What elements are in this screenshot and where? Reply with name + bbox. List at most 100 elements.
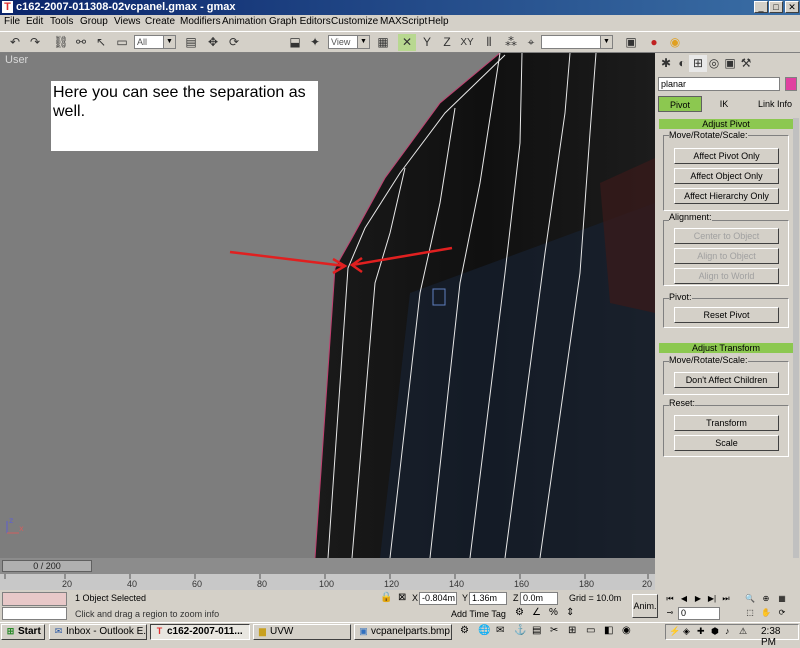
tray-icon[interactable]: ♪ xyxy=(725,626,730,636)
align-to-world-button[interactable]: Align to World xyxy=(674,268,779,284)
undo-icon[interactable]: ↶ xyxy=(6,34,24,51)
material-editor-icon[interactable]: ◉ xyxy=(666,34,684,51)
menu-create[interactable]: Create xyxy=(145,16,175,27)
menu-maxscript[interactable]: MAXScript xyxy=(380,16,427,27)
z-coordinate-field[interactable]: 0.0m xyxy=(520,592,558,605)
close-button[interactable]: ✕ xyxy=(785,1,799,13)
clock[interactable]: 2:38 PM xyxy=(761,626,798,648)
reset-pivot-button[interactable]: Reset Pivot xyxy=(674,307,779,323)
track-bar[interactable]: 20 40 60 80 100 120 140 160 180 20 xyxy=(0,574,655,590)
restrict-z-icon[interactable]: Z xyxy=(438,34,456,51)
menu-file[interactable]: File xyxy=(4,16,20,27)
quicklaunch-icon[interactable]: ⚓ xyxy=(514,625,526,636)
current-frame-field[interactable]: 0 xyxy=(678,607,720,620)
menu-tools[interactable]: Tools xyxy=(50,16,73,27)
quicklaunch-icon[interactable]: ⚙ xyxy=(460,625,469,636)
maxscript-listener-mini[interactable] xyxy=(2,592,67,606)
quicklaunch-icon[interactable]: ✉ xyxy=(496,625,504,636)
select-and-manipulate-icon[interactable]: ✦ xyxy=(306,34,324,51)
goto-end-icon[interactable]: ⏭ xyxy=(720,593,732,605)
pivot-center-icon[interactable]: ▦ xyxy=(374,34,392,51)
taskbar-item-gmax[interactable]: T c162-2007-011... xyxy=(150,624,250,640)
adjust-pivot-rollout-header[interactable]: Adjust Pivot xyxy=(659,119,793,129)
quicklaunch-icon[interactable]: ▤ xyxy=(532,625,541,636)
spinner-snap-icon[interactable]: ⇕ xyxy=(566,607,574,618)
unlink-icon[interactable]: ⚯ xyxy=(72,34,90,51)
tab-pivot[interactable]: Pivot xyxy=(658,96,702,112)
start-button[interactable]: ⊞ Start xyxy=(1,624,45,640)
x-coordinate-field[interactable]: -0.804m xyxy=(419,592,457,605)
transform-button[interactable]: Transform xyxy=(674,415,779,431)
tray-icon[interactable]: ⚡ xyxy=(669,626,680,637)
percent-snap-icon[interactable]: % xyxy=(549,607,558,618)
mirror-icon[interactable]: ⫴ xyxy=(480,34,498,51)
zoom-all-icon[interactable]: ⊕ xyxy=(760,593,772,605)
render-icon[interactable]: ● xyxy=(645,34,663,51)
menu-customize[interactable]: Customize xyxy=(331,16,378,27)
next-frame-icon[interactable]: ▶| xyxy=(706,593,718,605)
affect-pivot-only-button[interactable]: Affect Pivot Only xyxy=(674,148,779,164)
tray-icon[interactable]: ⚠ xyxy=(739,626,747,637)
previous-frame-icon[interactable]: ◀ xyxy=(678,593,690,605)
quicklaunch-icon[interactable]: ◧ xyxy=(604,625,613,636)
menu-group[interactable]: Group xyxy=(80,16,108,27)
center-to-object-button[interactable]: Center to Object xyxy=(674,228,779,244)
named-selection-dropdown[interactable]: ▼ xyxy=(541,35,613,49)
select-and-link-icon[interactable]: ⛓ xyxy=(52,34,70,51)
quicklaunch-icon[interactable]: ⊞ xyxy=(568,625,576,636)
quicklaunch-icon[interactable]: 🌐 xyxy=(478,625,490,636)
affect-object-only-button[interactable]: Affect Object Only xyxy=(674,168,779,184)
region-select-icon[interactable]: ▭ xyxy=(113,34,131,51)
tab-link-info[interactable]: Link Info xyxy=(752,96,798,112)
minimize-button[interactable]: _ xyxy=(754,1,768,13)
maxscript-input-mini[interactable] xyxy=(2,607,67,620)
taskbar-item-uvw[interactable]: ▆ UVW xyxy=(253,624,351,640)
gmax-app-icon[interactable]: T xyxy=(2,1,13,13)
menu-animation[interactable]: Animation xyxy=(222,16,266,27)
taskbar-item-outlook[interactable]: ✉ Inbox - Outlook E... xyxy=(49,624,147,640)
time-slider-thumb[interactable]: 0 / 200 xyxy=(2,560,92,572)
menu-edit[interactable]: Edit xyxy=(26,16,43,27)
key-mode-icon[interactable]: ⊸ xyxy=(664,607,676,619)
menu-graph-editors[interactable]: Graph Editors xyxy=(269,16,331,27)
region-zoom-icon[interactable]: ⬚ xyxy=(744,607,756,619)
tray-icon[interactable]: ◈ xyxy=(683,626,690,637)
reference-coord-dropdown[interactable]: View ▼ xyxy=(328,35,370,49)
rotate-icon[interactable]: ⟳ xyxy=(225,34,243,51)
tab-ik[interactable]: IK xyxy=(702,96,746,112)
array-icon[interactable]: ⁂ xyxy=(502,34,520,51)
animate-toggle-button[interactable]: Anim. xyxy=(632,594,658,618)
zoom-icon[interactable]: 🔍 xyxy=(744,593,756,605)
menu-help[interactable]: Help xyxy=(428,16,449,27)
schematic-view-icon[interactable]: ▣ xyxy=(622,34,640,51)
arc-rotate-icon[interactable]: ⟳ xyxy=(776,607,788,619)
time-slider[interactable]: 0 / 200 xyxy=(0,558,655,574)
y-coordinate-field[interactable]: 1.36m xyxy=(469,592,507,605)
add-time-tag-button[interactable]: Add Time Tag xyxy=(451,609,506,619)
menu-modifiers[interactable]: Modifiers xyxy=(180,16,221,27)
goto-start-icon[interactable]: ⏮ xyxy=(664,593,676,605)
quicklaunch-icon[interactable]: ✂ xyxy=(550,625,558,636)
menu-views[interactable]: Views xyxy=(114,16,141,27)
quicklaunch-icon[interactable]: ▭ xyxy=(586,625,595,636)
panel-scrollbar[interactable] xyxy=(793,118,799,558)
snap-toggle-icon[interactable]: ⚙ xyxy=(515,607,524,618)
tray-icon[interactable]: ⬢ xyxy=(711,626,719,637)
restrict-y-icon[interactable]: Y xyxy=(418,34,436,51)
restrict-x-icon[interactable]: ✕ xyxy=(398,34,416,51)
maximize-button[interactable]: □ xyxy=(769,1,783,13)
utilities-tab-icon[interactable]: ⚒ xyxy=(737,55,755,72)
restrict-xy-icon[interactable]: XY xyxy=(458,34,476,51)
play-icon[interactable]: ▶ xyxy=(692,593,704,605)
scale-icon[interactable]: ⬓ xyxy=(286,34,304,51)
object-color-swatch[interactable] xyxy=(785,77,797,91)
dont-affect-children-button[interactable]: Don't Affect Children xyxy=(674,372,779,388)
align-to-object-button[interactable]: Align to Object xyxy=(674,248,779,264)
zoom-extents-icon[interactable]: ▦ xyxy=(776,593,788,605)
tray-icon[interactable]: ✚ xyxy=(697,626,705,637)
move-icon[interactable]: ✥ xyxy=(204,34,222,51)
object-name-field[interactable]: planar xyxy=(658,77,780,91)
scale-button[interactable]: Scale xyxy=(674,435,779,451)
angle-snap-icon[interactable]: ∠ xyxy=(532,607,541,618)
taskbar-item-bmp[interactable]: ▣ vcpanelparts.bmp ... xyxy=(354,624,452,640)
